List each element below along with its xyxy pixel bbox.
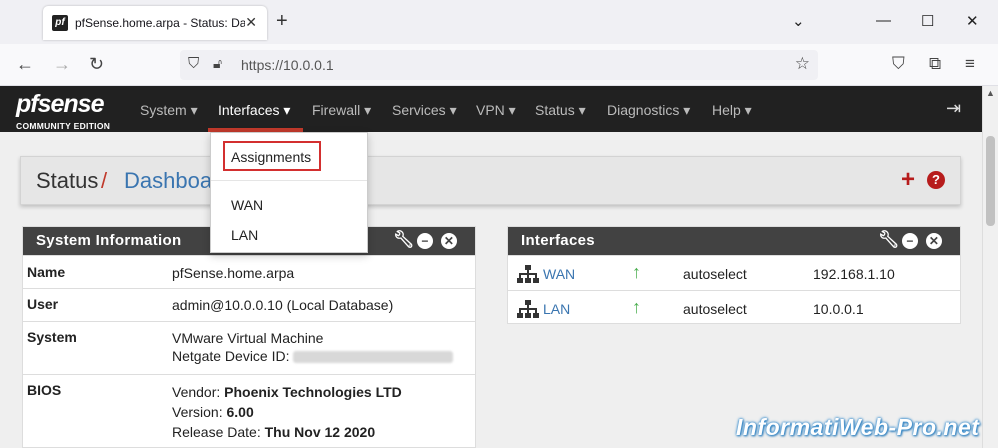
interface-ip: 192.168.1.10: [813, 266, 895, 282]
panel-title: System Information: [36, 232, 182, 249]
window-close-icon[interactable]: ✕: [966, 12, 979, 30]
logo-edition: COMMUNITY EDITION: [16, 121, 111, 131]
status-up-arrow-icon: ↑: [632, 297, 641, 317]
menu-divider: [211, 180, 367, 181]
table-row: LAN ↑ autoselect 10.0.0.1: [508, 290, 960, 325]
row-value: admin@10.0.0.10 (Local Database): [172, 297, 394, 313]
menu-interfaces[interactable]: Interfaces ▾: [218, 102, 290, 119]
pocket-icon[interactable]: ⛉: [892, 54, 905, 74]
interfaces-header: Interfaces 🔧︎ − ✕: [508, 227, 960, 255]
bios-date: Thu Nov 12 2020: [264, 424, 376, 440]
close-panel-icon[interactable]: ✕: [441, 233, 457, 249]
help-question-icon[interactable]: ?: [927, 171, 945, 189]
interface-media: autoselect: [683, 301, 747, 317]
minimize-panel-icon[interactable]: −: [902, 233, 918, 249]
pfsense-logo[interactable]: pfsense COMMUNITY EDITION: [16, 90, 126, 131]
pfsense-navbar: pfsense COMMUNITY EDITION System ▾ Inter…: [0, 86, 982, 132]
menu-services[interactable]: Services ▾: [392, 102, 457, 119]
logout-icon[interactable]: ⇥: [946, 98, 961, 119]
forward-arrow-icon[interactable]: →: [53, 54, 71, 75]
row-key: Name: [27, 264, 66, 280]
minimize-panel-icon[interactable]: −: [417, 233, 433, 249]
menu-item-lan[interactable]: LAN: [231, 227, 258, 243]
menu-system[interactable]: System ▾: [140, 102, 198, 119]
menu-item-assignments[interactable]: Assignments: [231, 149, 311, 165]
system-line: VMware Virtual Machine: [172, 330, 324, 346]
minimize-icon[interactable]: —: [876, 12, 891, 29]
add-widget-plus-icon[interactable]: +: [901, 168, 915, 192]
interfaces-dropdown-menu: Assignments WAN LAN: [210, 132, 368, 253]
table-row: Name pfSense.home.arpa: [23, 255, 475, 288]
close-panel-icon[interactable]: ✕: [926, 233, 942, 249]
tab-list-chevron-icon[interactable]: ⌄: [792, 12, 805, 30]
bios-version: 6.00: [226, 404, 254, 420]
watermark: InformatiWeb-Pro.net: [736, 414, 980, 440]
wrench-icon[interactable]: 🔧︎: [878, 230, 900, 250]
wrench-icon[interactable]: 🔧︎: [393, 230, 415, 250]
browser-toolbar: ← → ↻ ⛉ 🔓︎ https://10.0.0.1 ☆ ⛉ ⧉ ≡: [0, 44, 998, 86]
pfsense-favicon-icon: pf: [52, 15, 68, 31]
table-row: WAN ↑ autoselect 192.168.1.10: [508, 255, 960, 290]
bios-date-label: Release Date:: [172, 424, 265, 440]
url-bar[interactable]: ⛉ 🔓︎ https://10.0.0.1 ☆: [180, 50, 818, 80]
panel-title: Interfaces: [521, 232, 595, 249]
network-sitemap-icon: [517, 300, 539, 318]
bios-vendor-label: Vendor:: [172, 384, 225, 400]
network-sitemap-icon: [517, 265, 539, 283]
row-key: BIOS: [27, 382, 62, 398]
menu-diagnostics[interactable]: Diagnostics ▾: [607, 102, 690, 119]
scrollbar-thumb[interactable]: [986, 136, 995, 226]
dashboard-page: Status / Dashboard + ? System Informatio…: [0, 132, 982, 448]
scroll-up-arrow-icon[interactable]: ▲: [986, 88, 995, 98]
tab-close-icon[interactable]: ✕: [245, 14, 257, 31]
device-id-label: Netgate Device ID:: [172, 348, 290, 364]
interface-ip: 10.0.0.1: [813, 301, 864, 317]
logo-wordmark: pfsense: [16, 90, 104, 118]
interface-link-lan[interactable]: LAN: [543, 301, 570, 317]
row-value: pfSense.home.arpa: [172, 265, 295, 281]
interface-link-wan[interactable]: WAN: [543, 266, 575, 282]
system-information-panel: System Information 🔧︎ − ✕ Name pfSense.h…: [22, 226, 476, 448]
bios-version-label: Version:: [172, 404, 227, 420]
menu-help[interactable]: Help ▾: [712, 102, 752, 119]
breadcrumb: Status / Dashboard + ?: [20, 156, 961, 205]
menu-status[interactable]: Status ▾: [535, 102, 586, 119]
menu-item-wan[interactable]: WAN: [231, 197, 263, 213]
menu-hamburger-icon[interactable]: ≡: [965, 54, 975, 74]
table-row: System VMware Virtual Machine Netgate De…: [23, 321, 475, 374]
interface-media: autoselect: [683, 266, 747, 282]
table-row: BIOS Vendor: Phoenix Technologies LTD Ve…: [23, 374, 475, 448]
table-row: User admin@10.0.0.10 (Local Database): [23, 288, 475, 321]
menu-vpn[interactable]: VPN ▾: [476, 102, 516, 119]
breadcrumb-separator: /: [101, 168, 108, 193]
tab-title: pfSense.home.arpa - Status: Dashboard: [75, 16, 245, 30]
maximize-icon[interactable]: ☐: [921, 12, 934, 30]
extensions-icon[interactable]: ⧉: [929, 54, 941, 74]
breadcrumb-status[interactable]: Status: [36, 168, 98, 194]
row-key: User: [27, 296, 59, 312]
row-value: VMware Virtual Machine Netgate Device ID…: [172, 329, 454, 365]
row-value: Vendor: Phoenix Technologies LTD Version…: [172, 382, 402, 442]
new-tab-icon[interactable]: +: [276, 10, 288, 33]
menu-firewall[interactable]: Firewall ▾: [312, 102, 371, 119]
redacted-device-id: [293, 351, 454, 364]
row-key: System: [27, 329, 77, 345]
browser-tab[interactable]: pf pfSense.home.arpa - Status: Dashboard…: [43, 6, 267, 40]
browser-tabstrip: pf pfSense.home.arpa - Status: Dashboard…: [0, 0, 998, 44]
bookmark-star-icon[interactable]: ☆: [795, 54, 810, 74]
back-arrow-icon[interactable]: ←: [16, 54, 34, 75]
bios-vendor: Phoenix Technologies LTD: [224, 384, 402, 400]
page-scrollbar[interactable]: ▲: [982, 86, 998, 448]
status-up-arrow-icon: ↑: [632, 262, 641, 282]
interfaces-panel: Interfaces 🔧︎ − ✕ WAN ↑ autoselect 192.1…: [507, 226, 961, 324]
url-text[interactable]: https://10.0.0.1: [241, 57, 334, 73]
tracking-shield-icon[interactable]: ⛉: [188, 55, 199, 72]
lock-icon[interactable]: 🔓︎: [213, 55, 222, 72]
reload-icon[interactable]: ↻: [89, 54, 104, 75]
